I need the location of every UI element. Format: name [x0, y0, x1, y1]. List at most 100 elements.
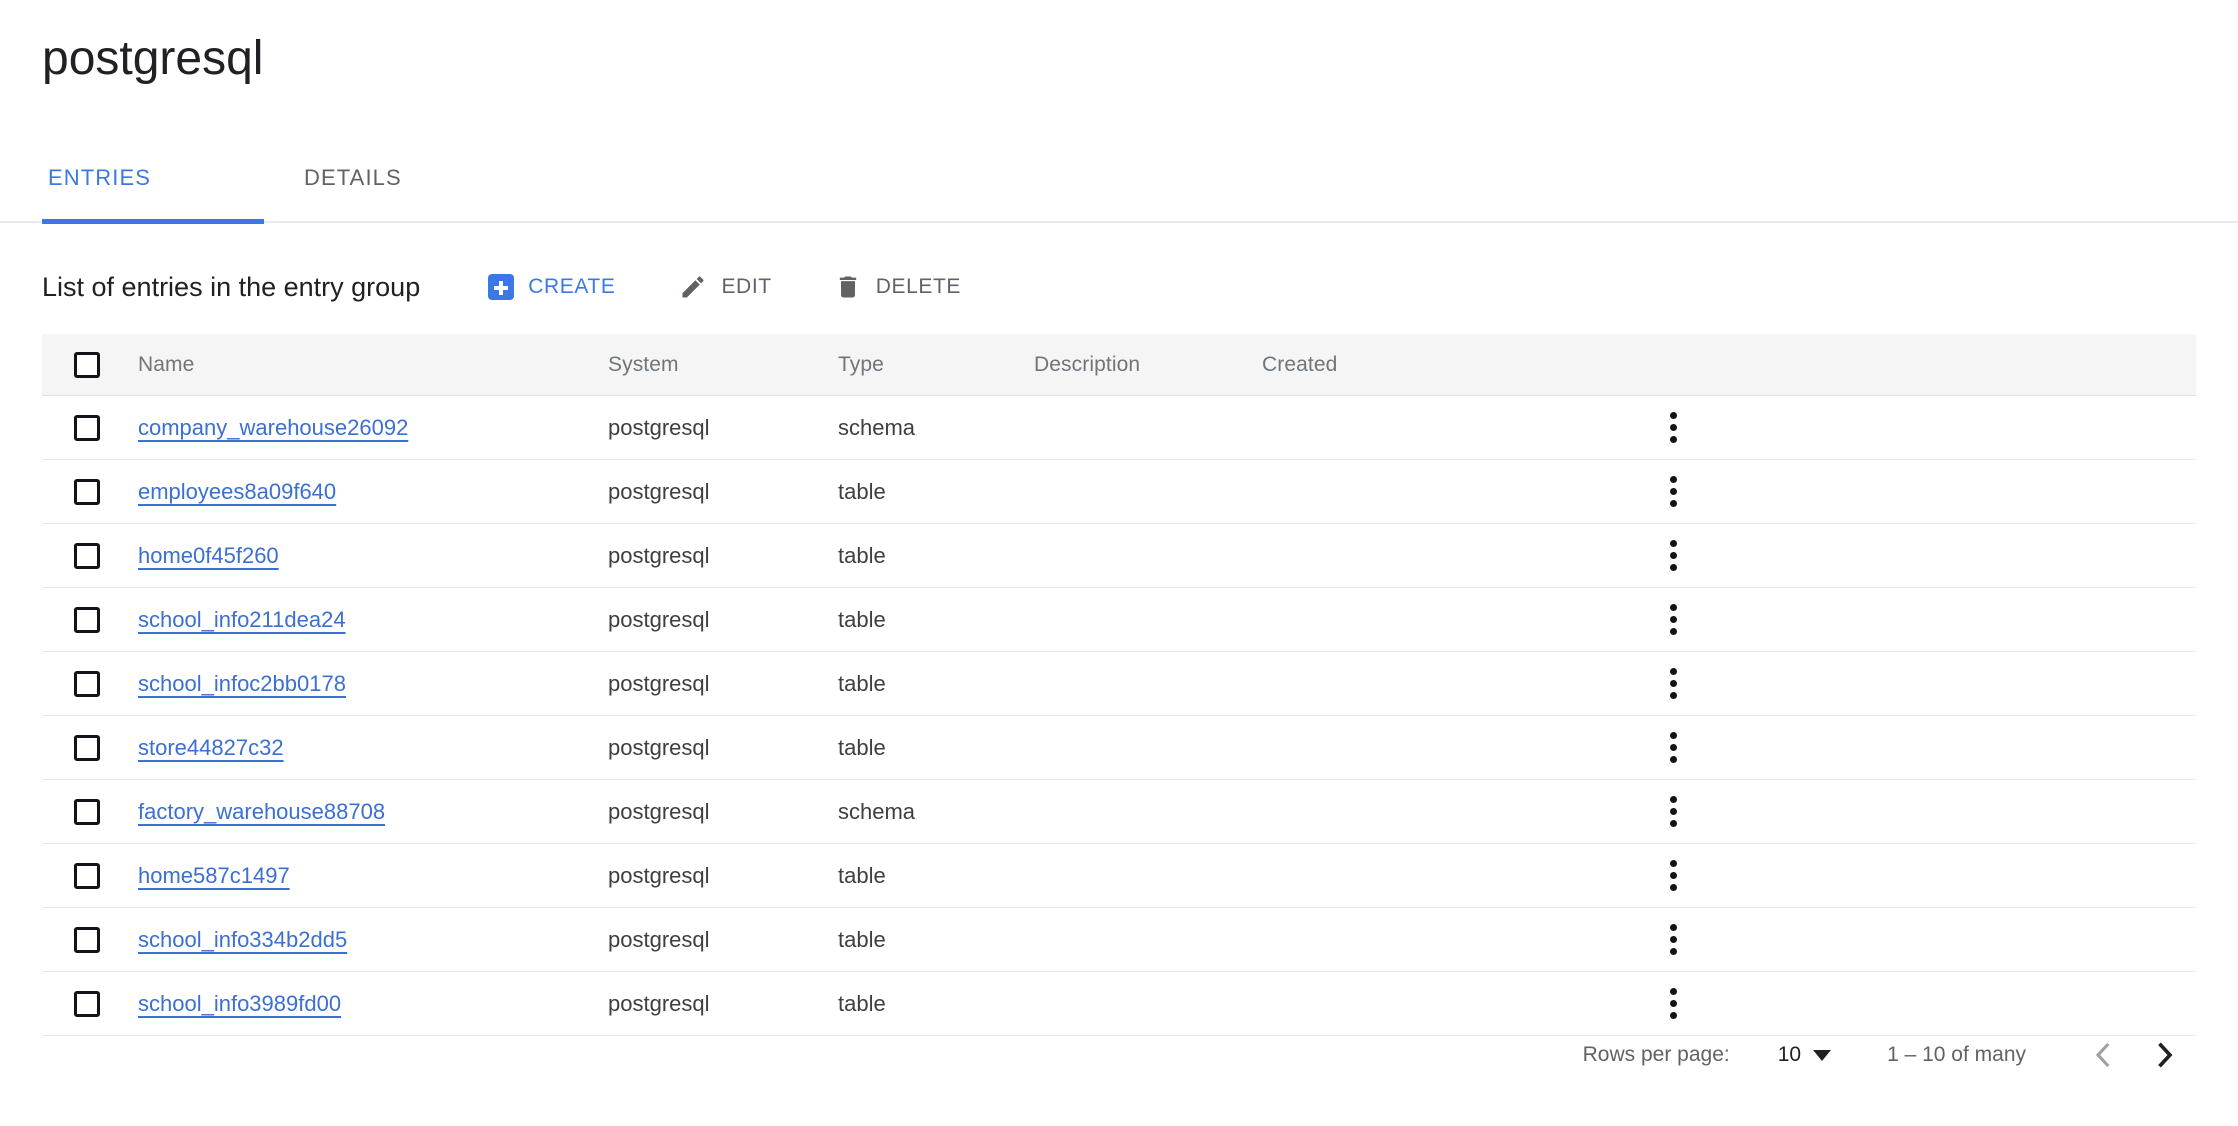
more-vert-icon[interactable]: [1656, 987, 1690, 1021]
entries-toolbar: List of entries in the entry group CREAT…: [42, 255, 961, 319]
table-row[interactable]: company_warehouse26092 postgresql schema: [42, 396, 2196, 460]
cell-type: table: [838, 607, 1034, 633]
cell-type-text: table: [838, 990, 886, 1016]
row-checkbox[interactable]: [74, 926, 100, 953]
select-all-checkbox[interactable]: [74, 351, 100, 378]
entry-name-link[interactable]: home587c1497: [138, 863, 290, 889]
cell-system: postgresql: [608, 735, 838, 761]
more-vert-icon[interactable]: [1656, 795, 1690, 829]
cell-type: schema: [838, 415, 1034, 441]
row-select-cell: [42, 862, 138, 889]
more-vert-icon[interactable]: [1656, 859, 1690, 893]
row-checkbox[interactable]: [74, 990, 100, 1017]
toolbar-title: List of entries in the entry group: [42, 271, 421, 302]
delete-button-label: DELETE: [875, 275, 961, 298]
add-box-icon: [488, 274, 515, 300]
cell-type-text: table: [838, 926, 886, 952]
entry-name-link[interactable]: school_info211dea24: [138, 607, 346, 633]
more-vert-icon[interactable]: [1656, 667, 1690, 701]
cell-row-actions: [1512, 731, 2196, 765]
cell-row-actions: [1512, 475, 2196, 509]
cell-system: postgresql: [608, 543, 838, 569]
tab-details[interactable]: DETAILS: [298, 155, 408, 223]
row-checkbox[interactable]: [74, 734, 100, 761]
table-row[interactable]: school_infoc2bb0178 postgresql table: [42, 652, 2196, 716]
row-select-cell: [42, 734, 138, 761]
cell-row-actions: [1512, 603, 2196, 637]
more-vert-icon[interactable]: [1656, 475, 1690, 509]
more-vert-icon[interactable]: [1656, 731, 1690, 765]
entry-name-link[interactable]: company_warehouse26092: [138, 415, 408, 441]
next-page-button[interactable]: [2134, 1024, 2196, 1086]
table-body: company_warehouse26092 postgresql schema em…: [42, 396, 2196, 1036]
pagination-nav: [2072, 1024, 2196, 1086]
edit-button-label: EDIT: [721, 275, 772, 298]
cell-system: postgresql: [608, 991, 838, 1017]
cell-name: factory_warehouse88708: [138, 799, 608, 825]
cell-system: postgresql: [608, 415, 838, 441]
paginator: Rows per page: 10 1 – 10 of many: [1583, 1024, 2196, 1086]
page-title: postgresql: [42, 32, 264, 85]
entry-name-link[interactable]: school_info334b2dd5: [138, 927, 347, 953]
cell-name: store44827c32: [138, 735, 608, 761]
previous-page-button[interactable]: [2072, 1024, 2134, 1086]
row-checkbox[interactable]: [74, 606, 100, 633]
cell-system: postgresql: [608, 607, 838, 633]
row-select-cell: [42, 542, 138, 569]
table-row[interactable]: factory_warehouse88708 postgresql schema: [42, 780, 2196, 844]
delete-button[interactable]: DELETE: [834, 273, 961, 301]
table-row[interactable]: school_info211dea24 postgresql table: [42, 588, 2196, 652]
entry-name-link[interactable]: factory_warehouse88708: [138, 799, 385, 825]
cell-system-text: postgresql: [608, 478, 710, 504]
tab-entries[interactable]: ENTRIES: [42, 155, 157, 223]
row-checkbox[interactable]: [74, 798, 100, 825]
row-checkbox[interactable]: [74, 670, 100, 697]
cell-system: postgresql: [608, 799, 838, 825]
table-row[interactable]: store44827c32 postgresql table: [42, 716, 2196, 780]
table-row[interactable]: school_info334b2dd5 postgresql table: [42, 908, 2196, 972]
entry-name-link[interactable]: home0f45f260: [138, 543, 279, 569]
column-header-created: Created: [1262, 352, 1338, 376]
cell-name: home0f45f260: [138, 543, 608, 569]
entry-name-link[interactable]: store44827c32: [138, 735, 284, 761]
entry-name-link[interactable]: employees8a09f640: [138, 479, 336, 505]
cell-row-actions: [1512, 923, 2196, 957]
cell-system: postgresql: [608, 671, 838, 697]
cell-system-text: postgresql: [608, 990, 710, 1016]
row-select-cell: [42, 990, 138, 1017]
cell-type-text: table: [838, 542, 886, 568]
entry-name-link[interactable]: school_info3989fd00: [138, 991, 341, 1017]
entries-table: Name System Type Description Created com…: [42, 334, 2196, 1036]
table-row[interactable]: employees8a09f640 postgresql table: [42, 460, 2196, 524]
cell-type-text: schema: [838, 414, 916, 440]
row-checkbox[interactable]: [74, 542, 100, 569]
table-row[interactable]: home587c1497 postgresql table: [42, 844, 2196, 908]
trash-icon: [839, 276, 856, 298]
more-vert-icon[interactable]: [1656, 923, 1690, 957]
entry-name-link[interactable]: school_infoc2bb0178: [138, 671, 346, 697]
cell-name: school_infoc2bb0178: [138, 671, 608, 697]
row-select-cell: [42, 670, 138, 697]
row-checkbox[interactable]: [74, 862, 100, 889]
cell-type: table: [838, 927, 1034, 953]
cell-type-text: table: [838, 670, 886, 696]
cell-type: table: [838, 671, 1034, 697]
cell-row-actions: [1512, 795, 2196, 829]
row-checkbox[interactable]: [74, 414, 100, 441]
table-row[interactable]: home0f45f260 postgresql table: [42, 524, 2196, 588]
rows-per-page-select[interactable]: 10: [1778, 1043, 1832, 1067]
row-select-cell: [42, 478, 138, 505]
more-vert-icon[interactable]: [1656, 411, 1690, 445]
entry-group-page: postgresql ENTRIES DETAILS List of entri…: [0, 0, 2238, 1126]
row-checkbox[interactable]: [74, 478, 100, 505]
cell-type: table: [838, 735, 1034, 761]
rows-per-page-label: Rows per page:: [1582, 1043, 1730, 1066]
create-button[interactable]: CREATE: [488, 274, 615, 300]
column-header-description: Description: [1034, 352, 1141, 376]
more-vert-icon[interactable]: [1656, 539, 1690, 573]
cell-system: postgresql: [608, 863, 838, 889]
more-vert-icon[interactable]: [1656, 603, 1690, 637]
edit-button[interactable]: EDIT: [679, 273, 771, 301]
cell-system-text: postgresql: [608, 542, 710, 568]
cell-type-text: table: [838, 606, 886, 632]
